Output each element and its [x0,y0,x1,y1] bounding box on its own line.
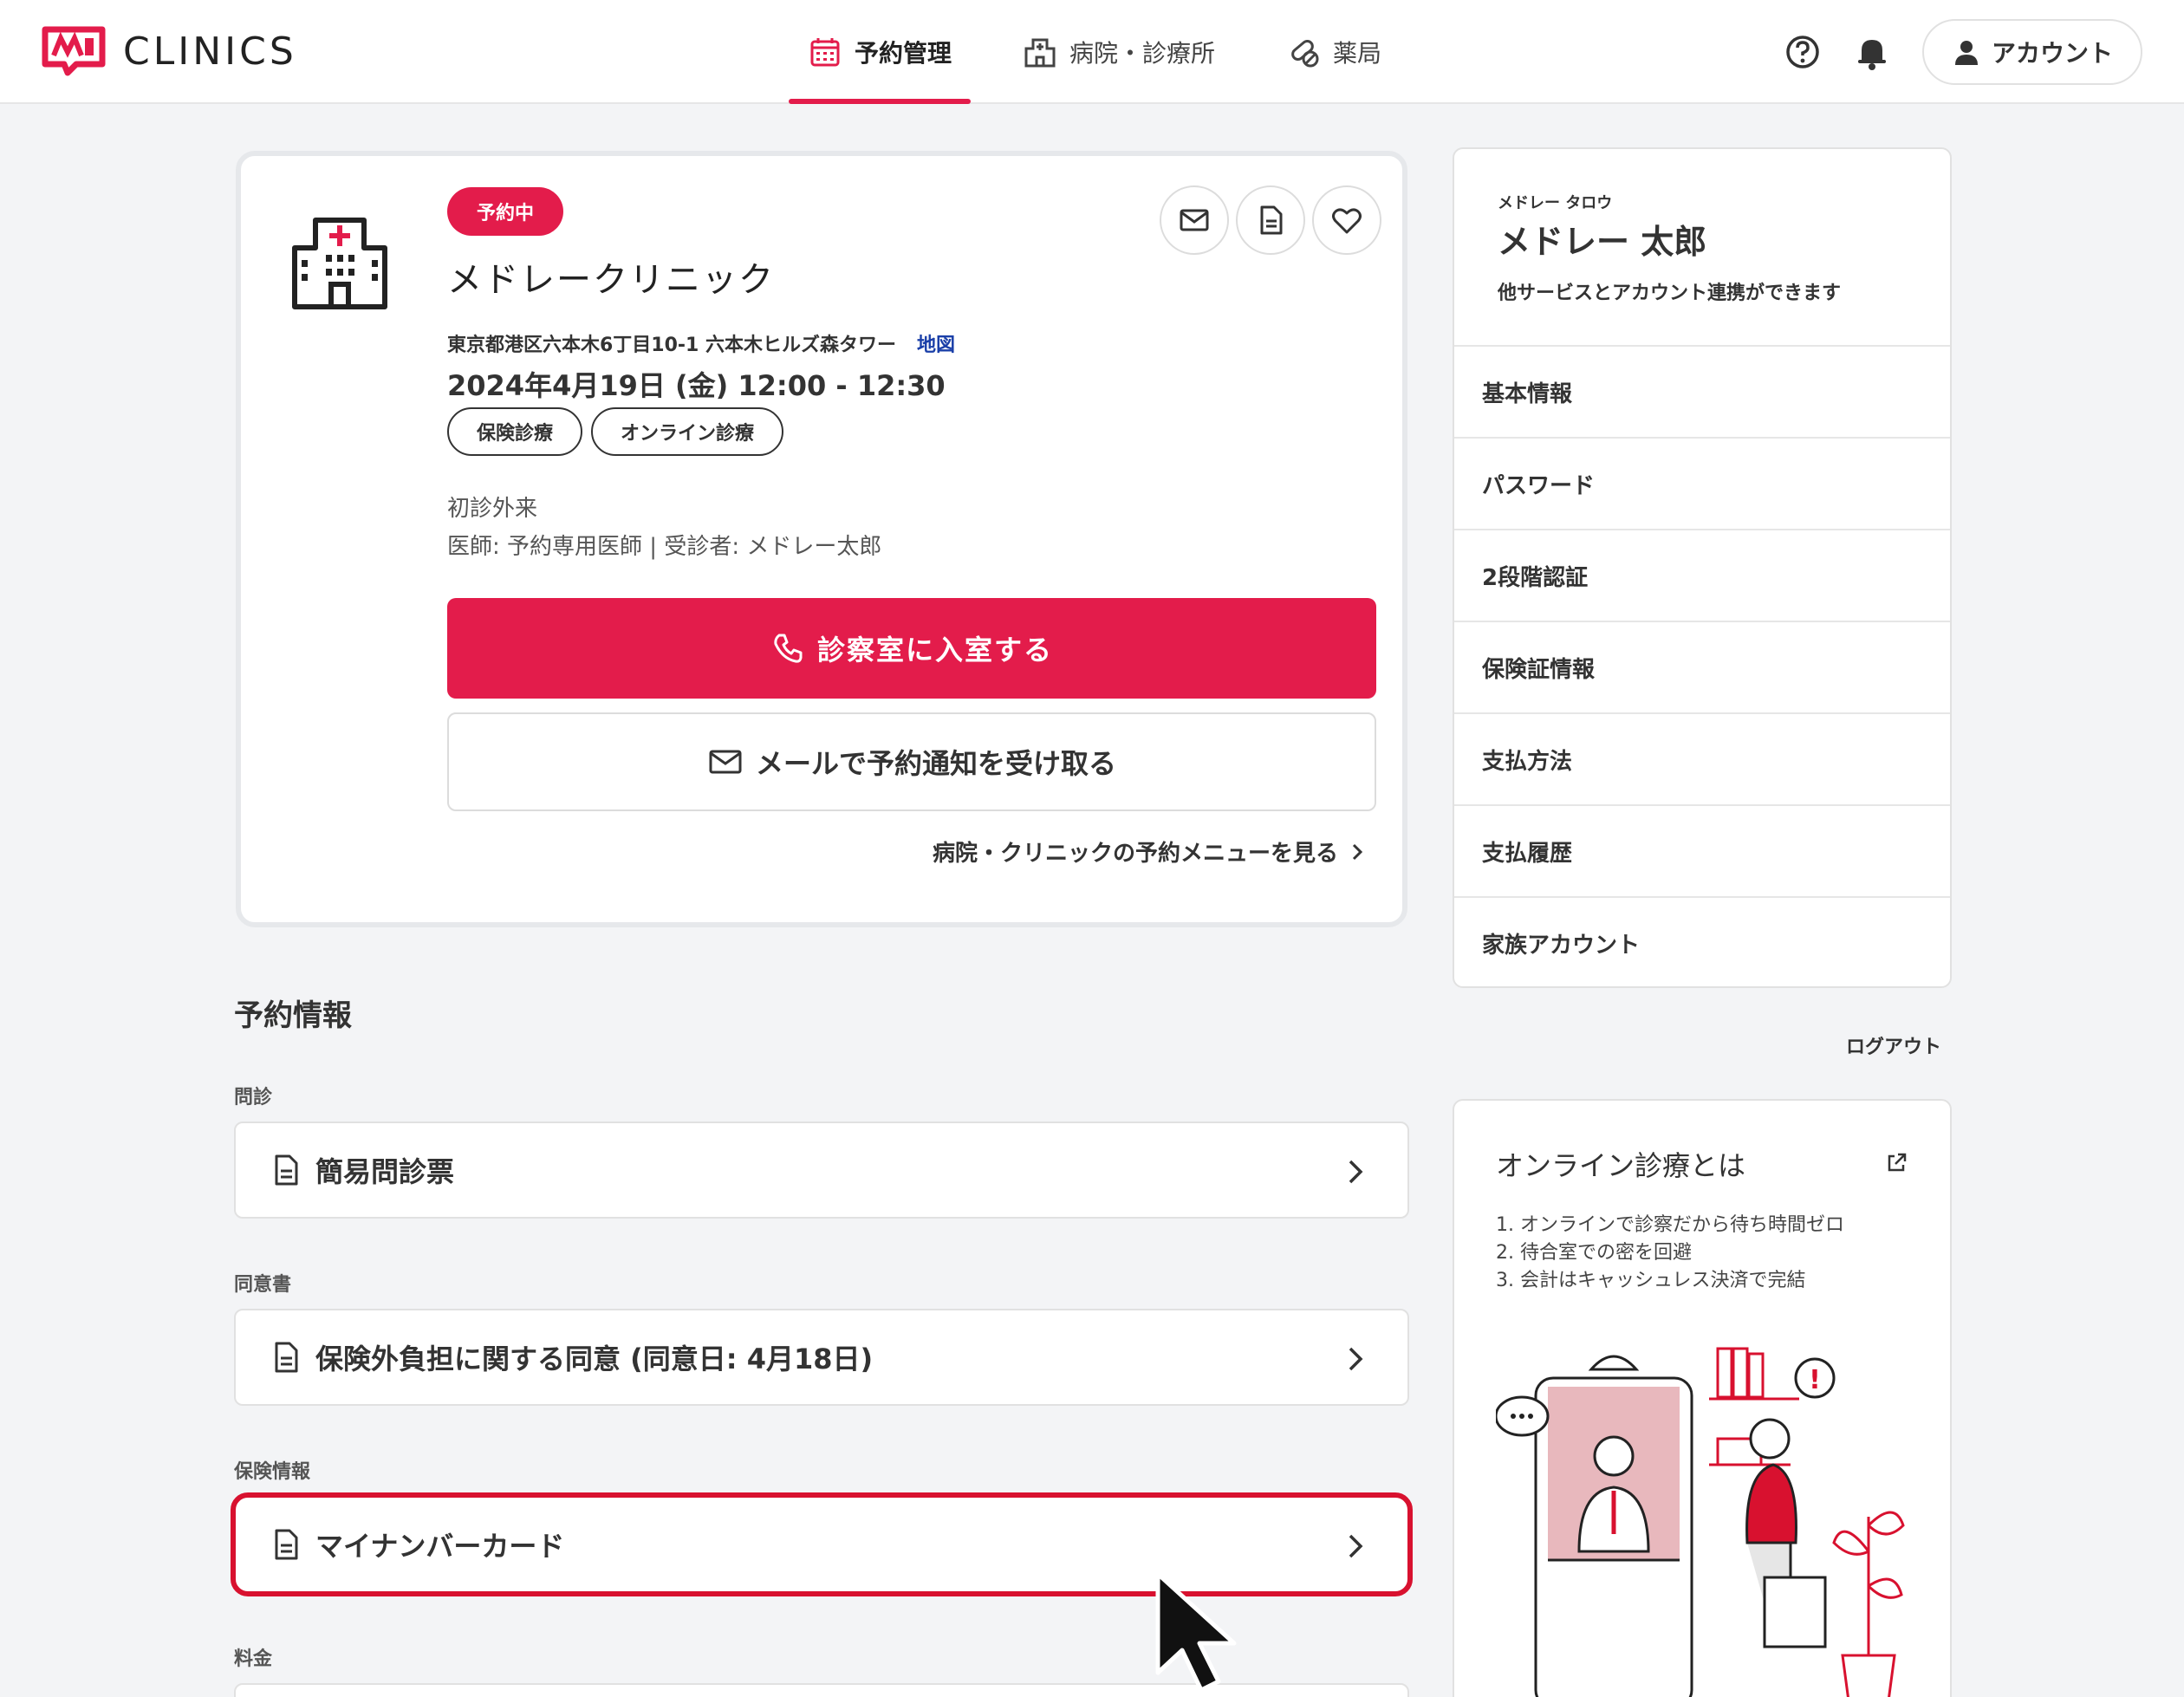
document-icon [275,1529,298,1560]
document-icon [275,1154,298,1186]
online-consultation-illustration: ! [1496,1347,1905,1697]
pill-icon [1291,40,1319,68]
promo-title: オンライン診療とは [1496,1149,1746,1182]
clinic-menu-link[interactable]: 病院・クリニックの予約メニューを見る [933,835,1369,868]
main-nav: 予約管理 病院・診療所 薬局 [789,0,1433,104]
account-menu: 基本情報 パスワード 2段階認証 保険証情報 支払方法 支払履歴 家族アカウント [1454,345,1950,988]
reservation-card: 予約中 メドレークリニック 東京都港区六本木6丁目10-1 六本木ヒルズ森タワー… [236,151,1407,927]
menu-two-factor[interactable]: 2段階認証 [1454,529,1950,621]
clinic-building-icon [292,218,387,309]
nav-reservations-label: 予約管理 [855,39,952,68]
svg-text:!: ! [1809,1365,1821,1395]
document-icon [275,1342,298,1373]
external-link-icon [1888,1153,1907,1172]
tag-insurance: 保険診療 [447,407,583,456]
reservation-tags: 保険診療 オンライン診療 [447,407,792,456]
enter-room-button[interactable]: 診察室に入室する [447,598,1376,699]
clinics-logo[interactable]: CLINICS [42,26,297,76]
map-link[interactable]: 地図 [917,335,955,356]
chevron-right-icon [1349,1160,1363,1184]
nav-pharmacy[interactable]: 薬局 [1267,0,1401,104]
clinic-address: 東京都港区六本木6丁目10-1 六本木ヒルズ森タワー 地図 [447,329,955,357]
visit-type: 初診外来 [447,496,538,522]
promo-point: 1. オンラインで診察だから待ち時間ゼロ [1496,1214,1844,1236]
mynumber-card-label: マイナンバーカード [315,1530,565,1563]
menu-insurance-card[interactable]: 保険証情報 [1454,621,1950,712]
address-text: 東京都港区六本木6丁目10-1 六本木ヒルズ森タワー [447,335,897,356]
promo-points: 1. オンラインで診察だから待ち時間ゼロ 2. 待合室での密を回避 3. 会計は… [1496,1212,1844,1295]
top-header: CLINICS 予約管理 病院・診療所 薬局 アカウント [0,0,2184,104]
profile-card: メドレー タロウ メドレー 太郎 他サービスとアカウント連携ができます 基本情報… [1453,147,1952,988]
consent-label: 保険外負担に関する同意 (同意日: 4月18日) [315,1343,874,1375]
group-label-questionnaire: 問診 [234,1087,273,1109]
consent-row[interactable]: 保険外負担に関する同意 (同意日: 4月18日) [234,1309,1409,1406]
group-label-insurance: 保険情報 [234,1461,311,1483]
hospital-icon [1024,38,1056,68]
mouse-cursor-icon [1155,1571,1237,1693]
menu-payment-method[interactable]: 支払方法 [1454,712,1950,804]
menu-basic-info[interactable]: 基本情報 [1454,345,1950,437]
chevron-right-icon [1349,1347,1363,1371]
online-consultation-card[interactable]: オンライン診療とは 1. オンラインで診察だから待ち時間ゼロ 2. 待合室での密… [1453,1099,1952,1697]
promo-point: 3. 会計はキャッシュレス決済で完結 [1496,1270,1806,1291]
logout-link[interactable]: ログアウト [1846,1031,1941,1059]
document-icon [1260,205,1283,235]
clinics-logo-icon [42,26,106,76]
enter-room-label: 診察室に入室する [816,634,1053,666]
phone-icon [774,634,803,663]
menu-family-account[interactable]: 家族アカウント [1454,896,1950,988]
questionnaire-label: 簡易問診票 [315,1155,455,1188]
nav-hospitals-label: 病院・診療所 [1069,39,1216,68]
nav-pharmacy-label: 薬局 [1333,39,1382,68]
mail-notify-label: メールで予約通知を受け取る [755,747,1116,780]
favorite-button[interactable] [1312,185,1381,255]
section-title: 予約情報 [234,998,352,1033]
brand-name: CLINICS [123,29,297,74]
chevron-right-icon [1349,1534,1363,1558]
message-button[interactable] [1160,185,1229,255]
nav-reservations[interactable]: 予約管理 [789,0,972,104]
group-label-fee: 料金 [234,1648,273,1670]
tag-online: オンライン診療 [591,407,784,456]
questionnaire-row[interactable]: 簡易問診票 [234,1122,1409,1219]
reservation-datetime: 2024年4月19日 (金) 12:00 - 12:30 [447,369,946,402]
doctor-info: 医師: 予約専用医師 | 受診者: メドレー太郎 [447,534,882,560]
help-icon[interactable] [1782,31,1823,73]
document-button[interactable] [1236,185,1305,255]
account-label: アカウント [1991,39,2113,68]
profile-note: 他サービスとアカウント連携ができます [1498,283,1842,304]
clinic-menu-link-label: 病院・クリニックの予約メニューを見る [932,841,1338,867]
profile-kana: メドレー タロウ [1498,194,1613,212]
account-button[interactable]: アカウント [1922,19,2142,85]
clinic-name: メドレークリニック [447,260,775,300]
bell-icon[interactable] [1851,31,1893,73]
chevron-right-icon [1352,843,1363,860]
mail-icon [709,750,742,774]
user-icon [1954,41,1978,65]
calendar-icon [810,38,840,67]
menu-password[interactable]: パスワード [1454,437,1950,529]
status-badge: 予約中 [447,187,564,236]
profile-name: メドレー 太郎 [1498,223,1707,261]
heart-icon [1332,208,1362,234]
mail-icon [1180,209,1209,231]
promo-point: 2. 待合室での密を回避 [1496,1242,1692,1264]
mail-notify-button[interactable]: メールで予約通知を受け取る [447,712,1376,811]
nav-hospitals[interactable]: 病院・診療所 [1004,0,1234,104]
group-label-consent: 同意書 [234,1274,292,1296]
menu-payment-history[interactable]: 支払履歴 [1454,804,1950,896]
